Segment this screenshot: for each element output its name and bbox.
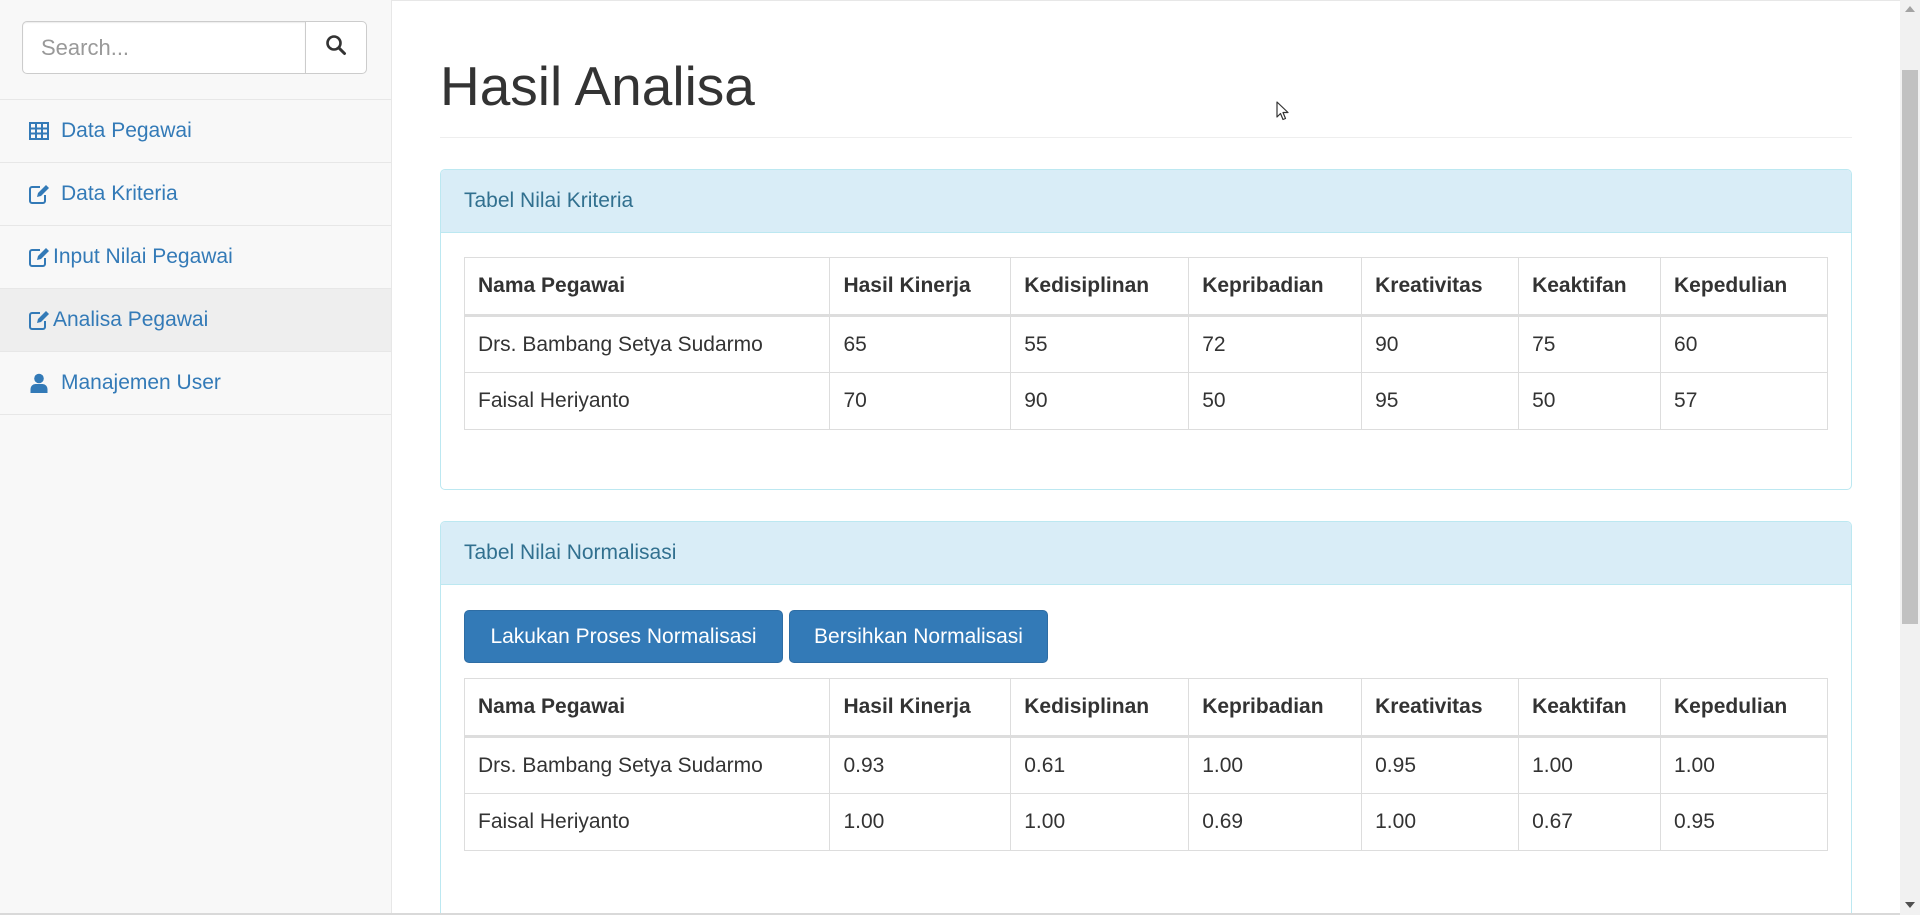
search-icon bbox=[325, 34, 347, 61]
table-cell: 75 bbox=[1518, 315, 1662, 373]
kriteria-panel: Tabel Nilai Kriteria Nama Pegawai Hasil … bbox=[440, 169, 1852, 490]
table-row: Drs. Bambang Setya Sudarmo 0.93 0.61 1.0… bbox=[463, 736, 1828, 794]
table-cell: 57 bbox=[1660, 372, 1828, 430]
sidebar-item-label: Data Pegawai bbox=[61, 119, 192, 142]
table-cell: 1.00 bbox=[1518, 736, 1662, 794]
vertical-scrollbar[interactable] bbox=[1900, 0, 1920, 915]
table-cell: 0.93 bbox=[829, 736, 1012, 794]
column-header: Hasil Kinerja bbox=[829, 678, 1012, 738]
sidebar-item-data-kriteria[interactable]: Data Kriteria bbox=[0, 163, 391, 226]
proses-normalisasi-button[interactable]: Lakukan Proses Normalisasi bbox=[464, 610, 783, 663]
sidebar-item-input-nilai-pegawai[interactable]: Input Nilai Pegawai bbox=[0, 226, 391, 289]
sidebar-item-label: Input Nilai Pegawai bbox=[53, 245, 233, 268]
column-header: Nama Pegawai bbox=[463, 257, 831, 317]
column-header: Hasil Kinerja bbox=[829, 257, 1012, 317]
sidebar-search bbox=[0, 0, 391, 100]
sidebar-item-label: Data Kriteria bbox=[61, 182, 178, 205]
title-divider bbox=[440, 137, 1852, 138]
sidebar: Data Pegawai Data Kriteria Input Nilai P… bbox=[0, 0, 392, 915]
mouse-cursor-icon bbox=[1276, 101, 1290, 121]
scrollbar-thumb[interactable] bbox=[1902, 70, 1918, 624]
column-header: Kreativitas bbox=[1361, 678, 1520, 738]
table-cell: 0.67 bbox=[1518, 793, 1662, 851]
table-cell: 72 bbox=[1188, 315, 1363, 373]
sidebar-item-data-pegawai[interactable]: Data Pegawai bbox=[0, 100, 391, 163]
column-header: Kreativitas bbox=[1361, 257, 1520, 317]
search-input[interactable] bbox=[22, 21, 306, 74]
table-row: Faisal Heriyanto 70 90 50 95 50 57 bbox=[463, 372, 1828, 430]
table-cell: 0.95 bbox=[1660, 793, 1828, 851]
table-cell: 50 bbox=[1518, 372, 1662, 430]
table-cell: 1.00 bbox=[1361, 793, 1520, 851]
table-header-row: Nama Pegawai Hasil Kinerja Kedisiplinan … bbox=[463, 678, 1828, 738]
column-header: Kedisiplinan bbox=[1010, 257, 1190, 317]
table-cell: 0.95 bbox=[1361, 736, 1520, 794]
table-cell: Faisal Heriyanto bbox=[463, 793, 831, 851]
column-header: Kepedulian bbox=[1660, 678, 1828, 738]
column-header: Keaktifan bbox=[1518, 678, 1662, 738]
search-button[interactable] bbox=[305, 21, 367, 74]
table-cell: 90 bbox=[1361, 315, 1520, 373]
table-cell: 65 bbox=[829, 315, 1012, 373]
sidebar-item-label: Manajemen User bbox=[61, 371, 221, 394]
table-cell: Drs. Bambang Setya Sudarmo bbox=[463, 315, 831, 373]
edit-icon bbox=[28, 310, 50, 330]
table-header-row: Nama Pegawai Hasil Kinerja Kedisiplinan … bbox=[463, 257, 1828, 317]
table-cell: Drs. Bambang Setya Sudarmo bbox=[463, 736, 831, 794]
table-cell: 0.61 bbox=[1010, 736, 1190, 794]
table-cell: 1.00 bbox=[1010, 793, 1190, 851]
normalisasi-table: Nama Pegawai Hasil Kinerja Kedisiplinan … bbox=[463, 678, 1828, 851]
table-icon bbox=[28, 121, 50, 141]
column-header: Kepedulian bbox=[1660, 257, 1828, 317]
sidebar-item-analisa-pegawai[interactable]: Analisa Pegawai bbox=[0, 289, 391, 352]
edit-icon bbox=[28, 247, 50, 267]
table-cell: 95 bbox=[1361, 372, 1520, 430]
column-header: Nama Pegawai bbox=[463, 678, 831, 738]
table-cell: 50 bbox=[1188, 372, 1363, 430]
scroll-down-icon[interactable] bbox=[1900, 896, 1920, 913]
table-row: Faisal Heriyanto 1.00 1.00 0.69 1.00 0.6… bbox=[463, 793, 1828, 851]
panel-heading: Tabel Nilai Normalisasi bbox=[441, 522, 1851, 585]
panel-heading: Tabel Nilai Kriteria bbox=[441, 170, 1851, 233]
sidebar-item-manajemen-user[interactable]: Manajemen User bbox=[0, 352, 391, 415]
normalisasi-panel: Tabel Nilai Normalisasi Lakukan Proses N… bbox=[440, 521, 1852, 915]
table-cell: 90 bbox=[1010, 372, 1190, 430]
table-cell: 60 bbox=[1660, 315, 1828, 373]
edit-icon bbox=[28, 184, 50, 204]
table-row: Drs. Bambang Setya Sudarmo 65 55 72 90 7… bbox=[463, 315, 1828, 373]
table-cell: 0.69 bbox=[1188, 793, 1363, 851]
top-border bbox=[392, 0, 1900, 1]
table-cell: 1.00 bbox=[829, 793, 1012, 851]
table-cell: 1.00 bbox=[1660, 736, 1828, 794]
table-cell: 1.00 bbox=[1188, 736, 1363, 794]
bersihkan-normalisasi-button[interactable]: Bersihkan Normalisasi bbox=[789, 610, 1048, 663]
table-cell: 55 bbox=[1010, 315, 1190, 373]
column-header: Kepribadian bbox=[1188, 257, 1363, 317]
user-icon bbox=[28, 373, 50, 393]
table-cell: Faisal Heriyanto bbox=[463, 372, 831, 430]
scroll-up-icon[interactable] bbox=[1900, 0, 1920, 17]
column-header: Kedisiplinan bbox=[1010, 678, 1190, 738]
page-title: Hasil Analisa bbox=[440, 55, 755, 117]
column-header: Keaktifan bbox=[1518, 257, 1662, 317]
kriteria-table: Nama Pegawai Hasil Kinerja Kedisiplinan … bbox=[463, 257, 1828, 430]
sidebar-item-label: Analisa Pegawai bbox=[53, 308, 209, 331]
column-header: Kepribadian bbox=[1188, 678, 1363, 738]
table-cell: 70 bbox=[829, 372, 1012, 430]
